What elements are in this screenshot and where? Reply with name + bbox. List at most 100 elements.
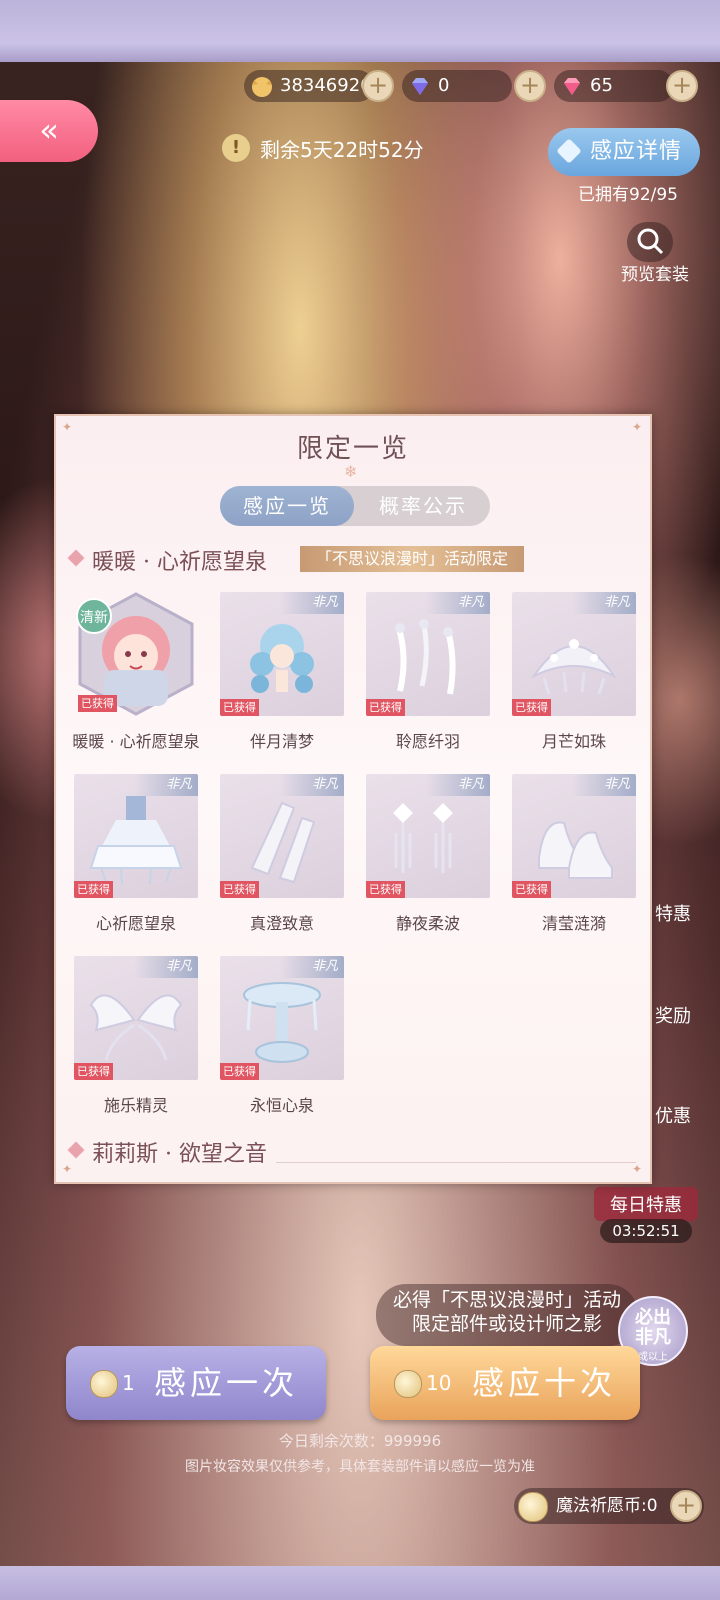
- side-discount-label[interactable]: 优惠: [655, 1102, 691, 1128]
- item-name: 伴月清梦: [249, 732, 314, 751]
- daily-deal-button[interactable]: 每日特惠 03:52:51: [594, 1187, 698, 1245]
- detail-button[interactable]: 感应详情: [548, 128, 700, 176]
- obtained-badge: 已获得: [78, 695, 117, 712]
- section-title: 莉莉斯 · 欲望之音: [92, 1142, 267, 1167]
- fountain-icon: [243, 982, 321, 1063]
- section-divider: [276, 1162, 636, 1163]
- tab-induction-list[interactable]: 感应一览: [220, 486, 354, 526]
- disclaimer-text: 图片妆容效果仅供参考，具体套装部件请以感应一览为准: [185, 1459, 535, 1475]
- item-card[interactable]: 非凡 已获得 清莹涟漪: [512, 774, 636, 933]
- tab-probability[interactable]: 概率公示: [356, 486, 490, 526]
- obtained-badge: 已获得: [74, 881, 113, 898]
- rarity-ribbon: 非凡: [280, 956, 344, 978]
- item-thumbnail: 非凡 已获得: [220, 956, 344, 1080]
- obtained-badge: 已获得: [512, 881, 551, 898]
- blue-diamond-icon: [412, 78, 428, 95]
- draw-ten-label: 感应十次: [472, 1364, 617, 1402]
- gloves-icon: [250, 801, 316, 884]
- obtained-badge: 已获得: [512, 699, 551, 716]
- draw-ten-button[interactable]: 10 感应十次: [370, 1346, 640, 1420]
- currency-bar: 38346926 + 0 + 65 +: [244, 70, 714, 106]
- cat-coin-icon: [252, 77, 272, 97]
- coin-icon: [90, 1370, 118, 1398]
- fresh-style-badge: 清新: [76, 598, 112, 634]
- event-limited-tag: 「不思议浪漫时」活动限定: [300, 546, 525, 572]
- item-card[interactable]: 非凡 已获得 伴月清梦: [220, 592, 344, 751]
- item-thumbnail: 非凡 已获得: [220, 774, 344, 898]
- magic-coin-icon: [518, 1492, 548, 1522]
- item-card[interactable]: 非凡 已获得 月芒如珠: [512, 592, 636, 751]
- rarity-ribbon: 非凡: [280, 774, 344, 796]
- item-name: 永恒心泉: [249, 1096, 314, 1115]
- back-button[interactable]: «: [0, 100, 98, 162]
- item-name: 心祈愿望泉: [95, 914, 176, 933]
- draw-once-button[interactable]: 1 感应一次: [66, 1346, 326, 1420]
- obtained-badge: 已获得: [220, 1063, 259, 1080]
- rarity-ribbon: 非凡: [280, 592, 344, 614]
- obtained-badge: 已获得: [366, 699, 405, 716]
- event-timer: ! 剩余5天22时52分: [222, 132, 462, 166]
- blue-diamond-currency: 0: [402, 70, 512, 102]
- add-magic-coin-button[interactable]: +: [670, 1490, 702, 1522]
- item-thumbnail: 非凡 已获得: [220, 592, 344, 716]
- pink-diamond-icon: [564, 78, 580, 95]
- hairpins-icon: [395, 619, 456, 695]
- add-pink-diamond-button[interactable]: +: [666, 70, 698, 102]
- item-name: 真澄致意: [249, 914, 314, 933]
- rarity-ribbon: 非凡: [426, 774, 490, 796]
- gold-amount: 38346926: [280, 75, 372, 96]
- item-card[interactable]: 非凡 已获得 聆愿纤羽: [366, 592, 490, 751]
- item-name: 月芒如珠: [541, 732, 606, 751]
- item-card[interactable]: 非凡 已获得 心祈愿望泉: [74, 774, 198, 933]
- section-title: 暖暖 · 心祈愿望泉: [92, 550, 267, 575]
- guarantee-line-2: 限定部件或设计师之影: [411, 1313, 602, 1335]
- rarity-ribbon: 非凡: [134, 956, 198, 978]
- add-blue-diamond-button[interactable]: +: [514, 70, 546, 102]
- diamond-bullet-icon: [67, 1141, 85, 1159]
- diamond-icon: [556, 138, 582, 164]
- side-deal-label[interactable]: 特惠: [655, 900, 691, 926]
- coin-icon: [394, 1370, 422, 1398]
- draw-ten-cost: 10: [426, 1371, 452, 1395]
- item-thumbnail: 非凡 已获得: [366, 774, 490, 898]
- magic-coin-label: 魔法祈愿币:0: [556, 1496, 658, 1516]
- add-gold-button[interactable]: +: [362, 70, 394, 102]
- obtained-badge: 已获得: [366, 881, 405, 898]
- magnifier-icon: [627, 222, 673, 262]
- rarity-ribbon: 非凡: [134, 774, 198, 796]
- item-thumbnail: 非凡 已获得: [74, 774, 198, 898]
- exclamation-icon: !: [222, 134, 250, 162]
- item-thumbnail: 非凡 已获得: [366, 592, 490, 716]
- magic-coin-bar: 魔法祈愿币:0 +: [514, 1488, 704, 1524]
- gold-currency: 38346926: [244, 70, 374, 102]
- diamond-bullet-icon: [67, 549, 85, 567]
- preview-suit-button[interactable]: 预览套装: [615, 222, 689, 285]
- item-card[interactable]: 非凡 已获得 永恒心泉: [220, 956, 344, 1115]
- remaining-count: 今日剩余次数：999996: [278, 1432, 442, 1450]
- top-status-band: [0, 0, 720, 62]
- item-card[interactable]: 清新 已获得 暖暖 · 心祈愿望泉: [72, 592, 200, 751]
- corner-ornament: ✦: [632, 1162, 643, 1176]
- draw-once-cost: 1: [122, 1371, 135, 1395]
- rarity-ribbon: 非凡: [426, 592, 490, 614]
- blue-diamond-amount: 0: [438, 75, 450, 96]
- limited-list-modal: ✦ ✦ ✦ ✦ 限定一览 ❄ 感应一览 概率公示 暖暖 · 心祈愿望泉 「不思议…: [54, 414, 652, 1184]
- rarity-ribbon: 非凡: [572, 592, 636, 614]
- item-thumbnail: 非凡 已获得: [74, 956, 198, 1080]
- item-card[interactable]: 非凡 已获得 施乐精灵: [74, 956, 198, 1115]
- detail-button-label: 感应详情: [590, 139, 683, 164]
- side-reward-label[interactable]: 奖励: [655, 1002, 691, 1028]
- item-thumbnail: 非凡 已获得: [512, 774, 636, 898]
- rare-badge-line-2: 非凡: [635, 1327, 671, 1348]
- obtained-badge: 已获得: [220, 699, 259, 716]
- section-header: 暖暖 · 心祈愿望泉 「不思议浪漫时」活动限定: [67, 544, 648, 575]
- snowflake-icon: ❄: [344, 462, 358, 481]
- obtained-badge: 已获得: [220, 881, 259, 898]
- item-name: 聆愿纤羽: [395, 732, 460, 751]
- daily-deal-label: 每日特惠: [594, 1187, 698, 1221]
- item-card[interactable]: 非凡 已获得 真澄致意: [220, 774, 344, 933]
- timer-text: 剩余5天22时52分: [260, 138, 424, 162]
- shoes-icon: [538, 821, 613, 879]
- draw-once-label: 感应一次: [154, 1364, 299, 1402]
- item-card[interactable]: 非凡 已获得 静夜柔波: [366, 774, 490, 933]
